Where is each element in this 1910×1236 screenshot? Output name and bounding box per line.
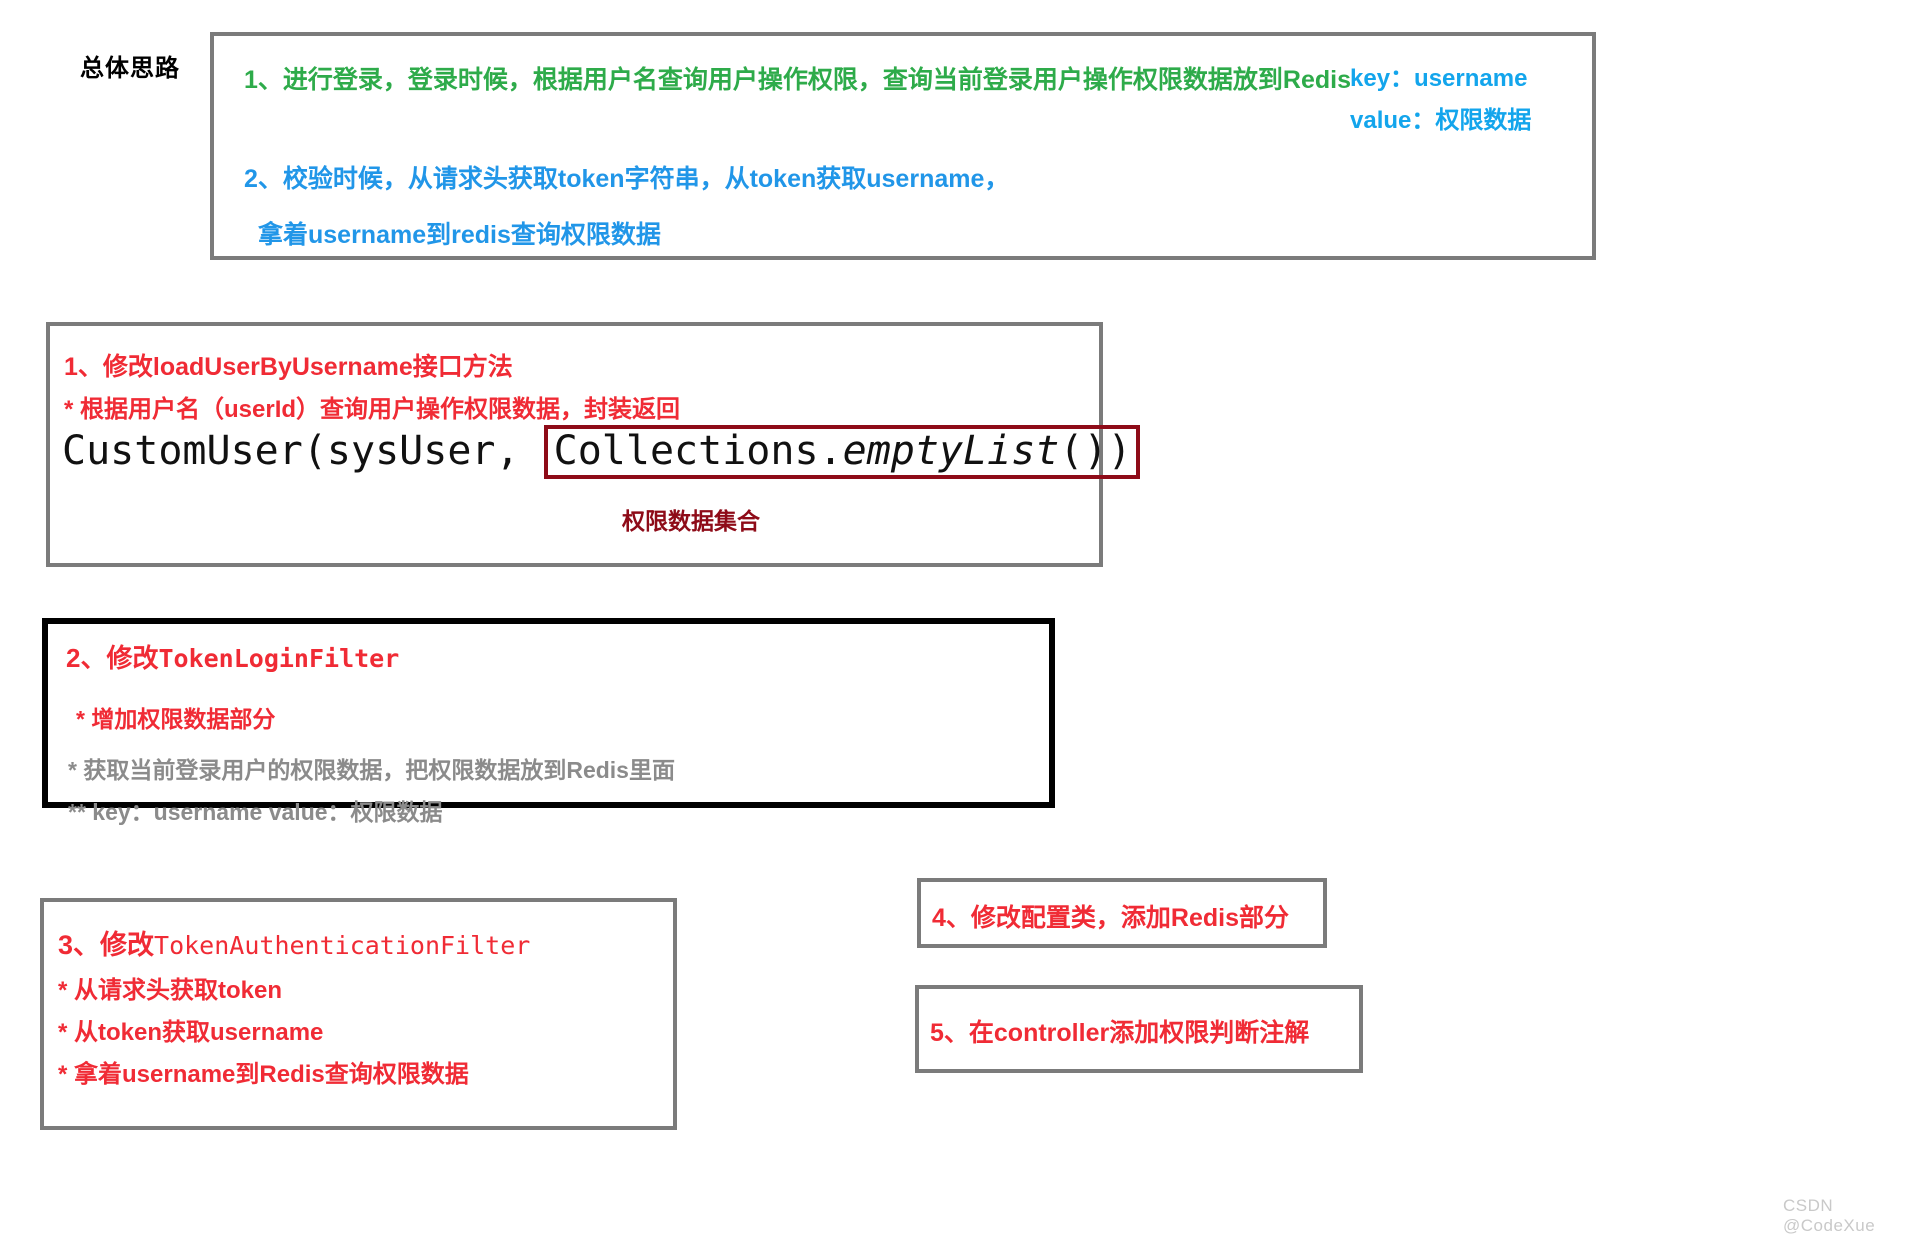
step5-title: 5、在controller添加权限判断注解 [930, 1019, 1310, 1047]
step3-title-class: TokenAuthenticationFilter [154, 931, 531, 960]
step2-line-2: * 获取当前登录用户的权限数据，把权限数据放到Redis里面 [68, 757, 675, 783]
step3-line-3: * 拿着username到Redis查询权限数据 [58, 1061, 469, 1088]
step3-line-2: * 从token获取username [58, 1019, 324, 1046]
step2-line-3: ** key：username value：权限数据 [68, 799, 443, 825]
code-prefix: CustomUser(sysUser, [62, 428, 544, 474]
overview-note-key: key：username [1350, 65, 1528, 92]
step2-title-prefix: 2、修改 [66, 643, 159, 673]
overview-note-value: value：权限数据 [1350, 107, 1532, 134]
step1-code-line: CustomUser(sysUser, Collections.emptyLis… [62, 425, 1140, 479]
code-collections: Collections. [553, 428, 843, 474]
overview-line-2: 2、校验时候，从请求头获取token字符串，从token获取username， [244, 165, 1010, 193]
step4-title: 4、修改配置类，添加Redis部分 [932, 904, 1289, 932]
step1-title: 1、修改loadUserByUsername接口方法 [64, 353, 513, 381]
code-parens: ()) [1059, 428, 1132, 474]
code-emptylist: emptyList [842, 428, 1060, 474]
page-title: 总体思路 [80, 55, 180, 82]
step3-title-prefix: 3、修改 [58, 930, 155, 960]
step1-subtitle: * 根据用户名（userId）查询用户操作权限数据，封装返回 [64, 396, 681, 423]
diagram-canvas: 总体思路 1、进行登录，登录时候，根据用户名查询用户操作权限，查询当前登录用户操… [0, 0, 1910, 1235]
step1-caption: 权限数据集合 [622, 508, 760, 534]
step2-title: 2、修改TokenLoginFilter [66, 638, 399, 675]
watermark: CSDN @CodeXue [1783, 1196, 1876, 1235]
step2-title-class: TokenLoginFilter [158, 644, 400, 673]
overview-line-3: 拿着username到redis查询权限数据 [258, 221, 661, 249]
step2-line-1: * 增加权限数据部分 [76, 706, 276, 732]
code-highlight: Collections.emptyList()) [543, 425, 1140, 479]
step3-line-1: * 从请求头获取token [58, 977, 283, 1004]
overview-line-1: 1、进行登录，登录时候，根据用户名查询用户操作权限，查询当前登录用户操作权限数据… [244, 66, 1351, 94]
step3-title: 3、修改TokenAuthenticationFilter [58, 923, 530, 962]
